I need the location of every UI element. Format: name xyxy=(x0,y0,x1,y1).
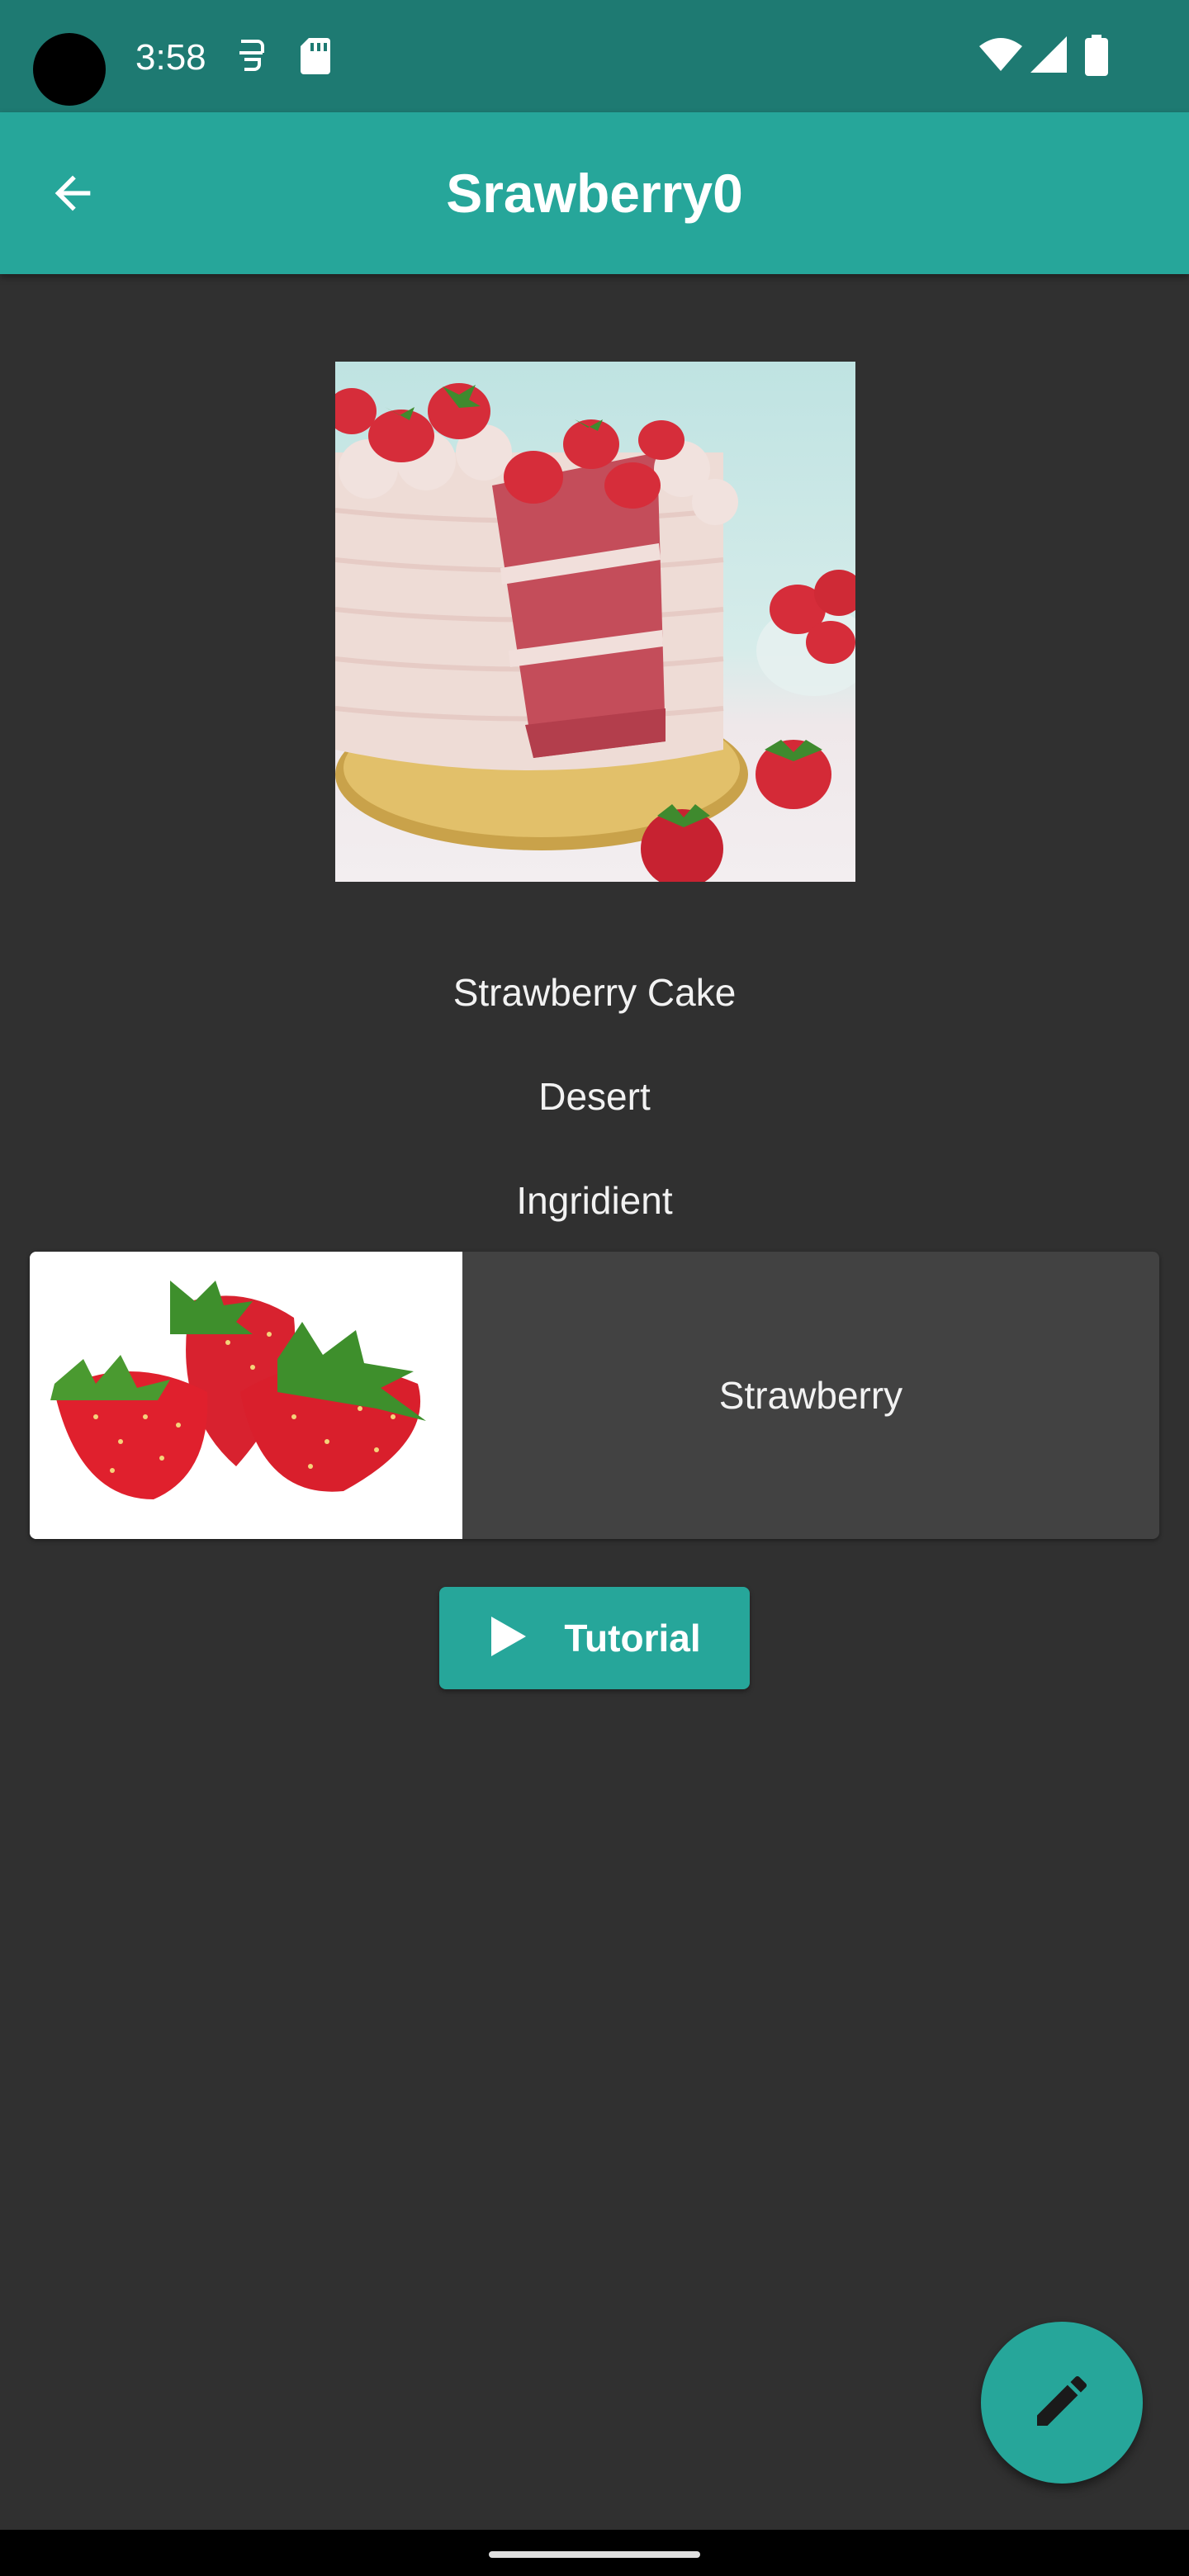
sd-card-icon xyxy=(297,35,334,82)
battery-icon xyxy=(1085,35,1108,80)
play-icon xyxy=(488,1615,528,1662)
camera-cutout xyxy=(33,33,106,106)
tutorial-label: Tutorial xyxy=(564,1617,701,1660)
home-gesture-handle[interactable] xyxy=(489,2551,700,2558)
recipe-name: Strawberry Cake xyxy=(452,971,737,1014)
page-title: Srawberry0 xyxy=(446,163,743,224)
navigation-bar xyxy=(0,2530,1189,2576)
recipe-image xyxy=(335,362,855,882)
edit-fab-button[interactable] xyxy=(981,2322,1143,2484)
ingredient-image xyxy=(30,1252,462,1539)
ingredient-card[interactable]: Strawberry xyxy=(30,1252,1159,1539)
sim-icon xyxy=(234,35,271,82)
tutorial-button[interactable]: Tutorial xyxy=(439,1587,750,1689)
status-bar: 3:58 xyxy=(0,0,1189,112)
pencil-icon xyxy=(1029,2368,1095,2438)
status-time: 3:58 xyxy=(135,37,206,78)
ingredients-heading: Ingridient xyxy=(516,1179,673,1222)
recipe-category: Desert xyxy=(538,1075,651,1118)
app-bar: Srawberry0 xyxy=(0,112,1189,274)
cell-signal-icon xyxy=(1030,36,1068,77)
ingredient-name: Strawberry xyxy=(718,1374,903,1417)
wifi-icon xyxy=(979,36,1022,77)
